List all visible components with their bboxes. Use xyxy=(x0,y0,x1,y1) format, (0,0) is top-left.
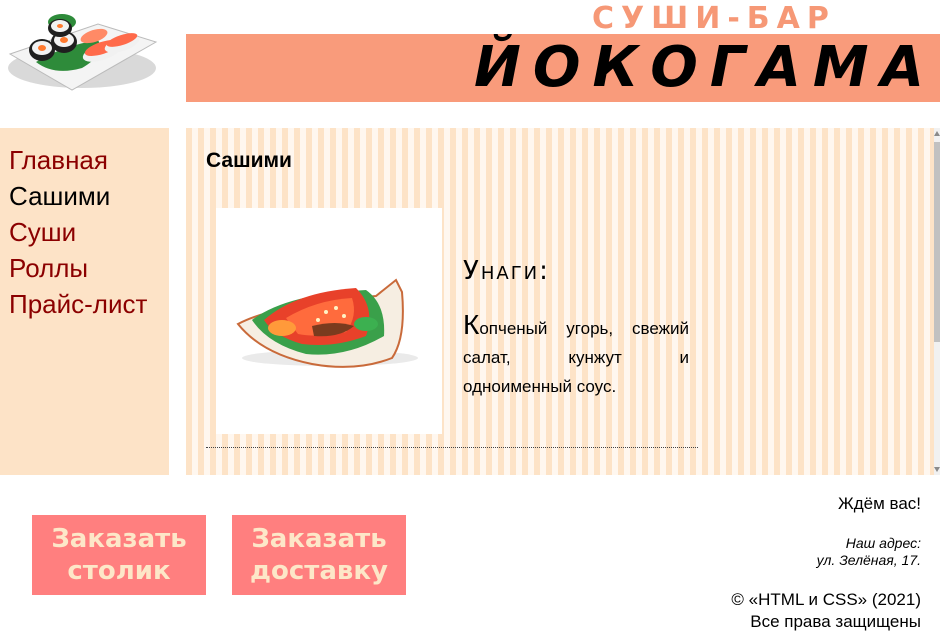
menu-item-sushi[interactable]: Суши xyxy=(9,214,169,250)
sushi-plate-icon xyxy=(2,6,158,92)
item-description-text: опченый угорь, свежий салат, кунжут и од… xyxy=(463,319,689,396)
item-description: Копченый угорь, свежий салат, кунжут и о… xyxy=(463,311,689,401)
address-label: Наш адрес: xyxy=(845,535,921,551)
menu-link-price-list[interactable]: Прайс-лист xyxy=(9,289,147,319)
item-description-dropcap: К xyxy=(463,309,480,340)
sashimi-dish-icon xyxy=(216,208,442,434)
menu-link-sushi[interactable]: Суши xyxy=(9,217,76,247)
menu-item-sashimi: Сашими xyxy=(9,181,111,211)
order-table-button[interactable]: Заказать столик xyxy=(32,515,206,595)
scroll-thumb[interactable] xyxy=(934,142,940,342)
scroll-down-arrow-icon[interactable] xyxy=(934,467,940,472)
content-title: Сашими xyxy=(206,149,292,172)
menu-item-price-list[interactable]: Прайс-лист xyxy=(9,286,169,322)
address: ул. Зелёная, 17. xyxy=(816,552,921,568)
content-area: Сашими Унаги: Копченый угорь, свежий сал… xyxy=(186,128,934,475)
welcome-text: Ждём вас! xyxy=(838,494,921,513)
content-scrollbar[interactable] xyxy=(934,128,940,475)
menu-item-home[interactable]: Главная xyxy=(9,142,169,178)
order-delivery-button[interactable]: Заказать доставку xyxy=(232,515,406,595)
menu-item-rolls[interactable]: Роллы xyxy=(9,250,169,286)
banner: ЙОКОГАМА xyxy=(186,34,940,102)
item-divider xyxy=(206,447,698,448)
site-title: ЙОКОГАМА xyxy=(474,35,936,100)
menu-link-rolls[interactable]: Роллы xyxy=(9,253,88,283)
side-menu: Главная Сашими Суши Роллы Прайс-лист xyxy=(0,128,169,475)
copyright: © «HTML и CSS» (2021) xyxy=(731,590,921,609)
menu-link-home[interactable]: Главная xyxy=(9,145,108,175)
rights-reserved: Все права защищены xyxy=(750,612,921,631)
banner-subtitle: СУШИ-БАР xyxy=(592,1,836,36)
scroll-up-arrow-icon[interactable] xyxy=(934,131,940,136)
item-name: Унаги: xyxy=(463,256,550,286)
